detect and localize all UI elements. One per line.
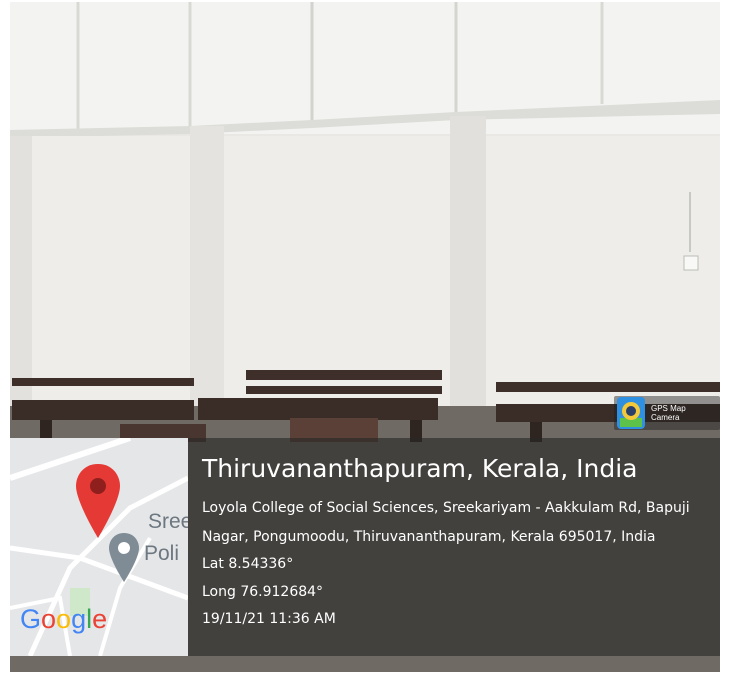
map-place-label-1: Sree — [148, 510, 188, 533]
address-line-1: Loyola College of Social Sciences, Sreek… — [202, 500, 690, 516]
room-photo: Sree Poli Google GPS Map Camera Thiruvan… — [10, 2, 720, 672]
app-badge-label: GPS Map Camera — [651, 404, 686, 422]
timestamp: 19/11/21 11:36 AM — [202, 611, 336, 627]
gps-map-camera-icon — [616, 396, 646, 430]
address-line-2: Nagar, Pongumoodu, Thiruvananthapuram, K… — [202, 529, 656, 545]
map-place-label-2: Poli — [144, 542, 179, 565]
google-logo: Google — [20, 604, 107, 634]
longitude: Long 76.912684° — [202, 584, 324, 600]
location-title: Thiruvananthapuram, Kerala, India — [202, 454, 638, 483]
latitude: Lat 8.54336° — [202, 556, 294, 572]
gps-map-camera-badge: GPS Map Camera — [614, 396, 720, 430]
map-thumbnail: Sree Poli Google — [10, 438, 188, 656]
map-roads: Sree Poli Google — [10, 438, 188, 656]
